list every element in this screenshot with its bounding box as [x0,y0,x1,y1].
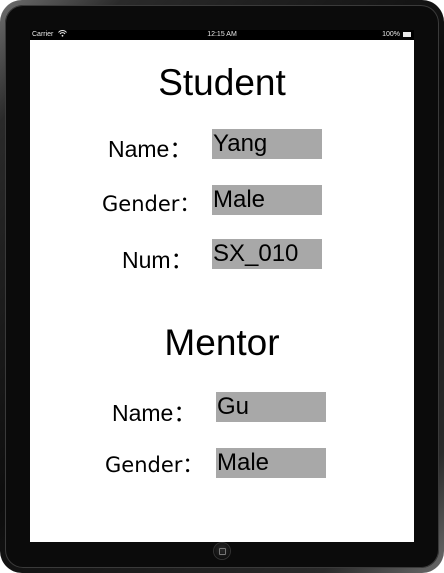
mentor-name-label: Name： [112,400,197,426]
student-num-value: SX_010 [212,239,322,269]
mentor-name-value: Gu [216,392,326,422]
app-screen: Student Name： Yang Gender： Male Num： SX_… [30,40,414,542]
status-time: 12:15 AM [207,31,237,38]
mentor-gender-value: Male [216,448,326,478]
student-num-label: Num： [122,247,194,273]
student-section-title: Student [158,62,286,103]
student-gender-label: Gender： [102,192,201,216]
battery-icon [403,32,411,37]
mentor-section-title: Mentor [164,322,280,363]
mentor-gender-label: Gender： [105,453,204,477]
battery-percentage: 100% [382,31,400,38]
student-name-value: Yang [212,129,322,159]
student-name-label: Name： [108,136,193,162]
student-gender-value: Male [212,185,322,215]
home-button-icon[interactable] [214,543,230,559]
status-bar: Carrier 12:15 AM 100% [30,30,414,40]
